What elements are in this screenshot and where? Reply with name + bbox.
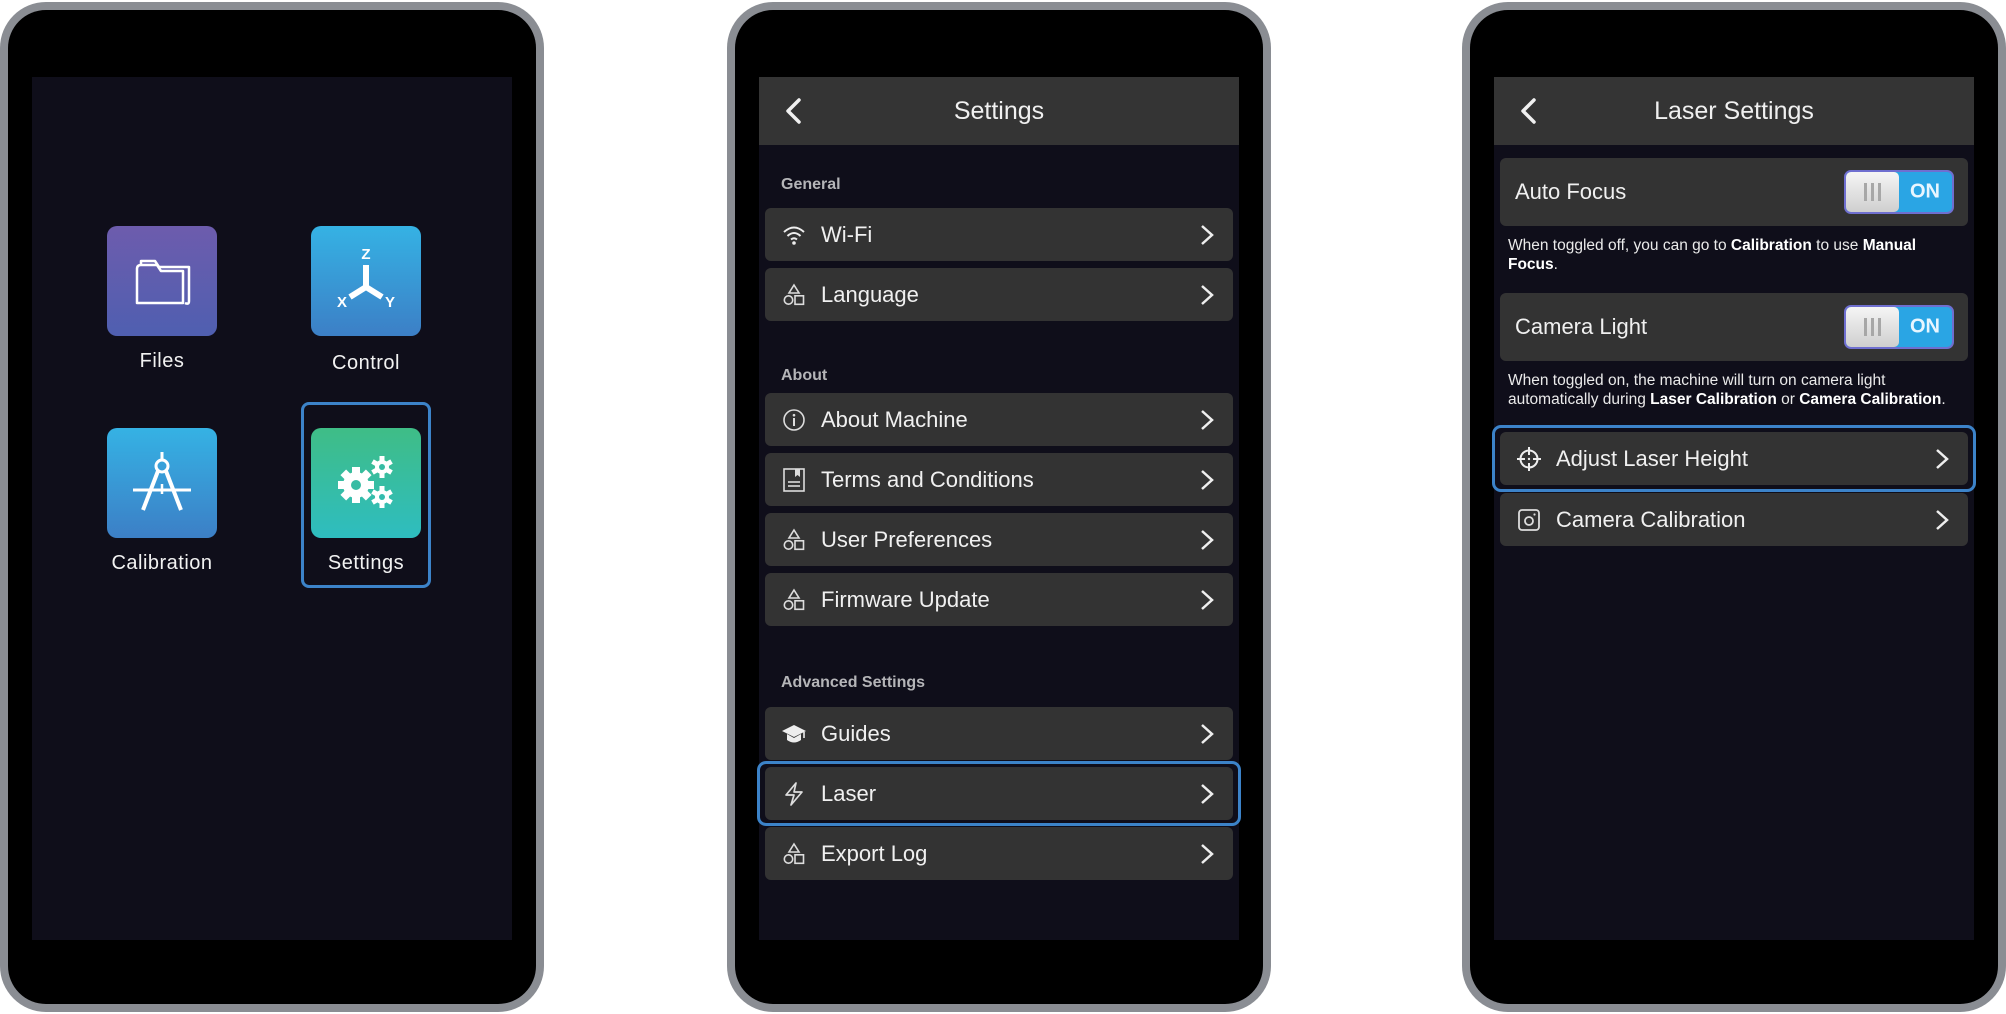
device-laser-settings: Laser Settings Auto Focus ON When toggle…	[1462, 2, 2006, 1012]
settings-item-user-preferences[interactable]: User Preferences	[765, 513, 1233, 566]
settings-item-export-log[interactable]: Export Log	[765, 827, 1233, 880]
camera-light-row: Camera Light ON	[1500, 293, 1968, 361]
chevron-right-icon	[1195, 525, 1219, 555]
settings-item-label: Terms and Conditions	[821, 466, 1034, 492]
settings-item-guides[interactable]: Guides	[765, 707, 1233, 760]
folder-icon	[135, 259, 191, 305]
device-bezel: Settings General Wi-Fi Language About Ab…	[735, 10, 1263, 1004]
app-files[interactable]: Files	[102, 226, 222, 373]
calibration-app-icon	[107, 428, 217, 538]
settings-item-terms[interactable]: Terms and Conditions	[765, 453, 1233, 506]
chevron-right-icon	[1195, 465, 1219, 495]
settings-item-label: Wi-Fi	[821, 221, 873, 247]
laser-item-adjust-height[interactable]: Adjust Laser Height	[1500, 432, 1968, 485]
auto-focus-row: Auto Focus ON	[1500, 158, 1968, 226]
section-label-general: General	[781, 176, 841, 193]
settings-screen: Settings General Wi-Fi Language About Ab…	[757, 77, 1241, 940]
app-label: Settings	[327, 552, 405, 574]
wifi-icon	[779, 220, 809, 250]
camera-icon	[1514, 505, 1544, 535]
settings-app-icon	[311, 428, 421, 538]
settings-item-label: About Machine	[821, 406, 968, 432]
laser-item-label: Adjust Laser Height	[1556, 445, 1748, 471]
toggle-state: ON	[1910, 180, 1940, 203]
svg-text:X: X	[337, 294, 347, 311]
page-title: Laser Settings	[1654, 96, 1814, 125]
shapes-icon	[779, 585, 809, 615]
settings-item-language[interactable]: Language	[765, 268, 1233, 321]
xyz-axes-icon: Z X Y	[337, 246, 395, 311]
graduation-cap-icon	[779, 719, 809, 749]
section-label-advanced: Advanced Settings	[781, 674, 926, 691]
chevron-left-icon	[786, 98, 801, 124]
compass-icon	[133, 452, 191, 511]
app-grid: Files Z X Y Control Calibration Settings	[32, 77, 512, 940]
chevron-right-icon	[1930, 444, 1954, 474]
control-app-icon: Z X Y	[311, 226, 421, 336]
settings-item-wifi[interactable]: Wi-Fi	[765, 208, 1233, 261]
files-app-icon	[107, 226, 217, 336]
settings-item-laser[interactable]: Laser	[765, 767, 1233, 820]
shapes-icon	[779, 280, 809, 310]
auto-focus-note: When toggled off, you can go to Calibrat…	[1508, 237, 1917, 273]
settings-item-label: Laser	[821, 780, 877, 806]
toggle-label: Camera Light	[1515, 314, 1648, 339]
shapes-icon	[779, 525, 809, 555]
document-icon	[779, 465, 809, 495]
chevron-right-icon	[1930, 505, 1954, 535]
settings-item-about-machine[interactable]: About Machine	[765, 393, 1233, 446]
laser-item-label: Camera Calibration	[1556, 506, 1746, 532]
toggle-knob	[1846, 172, 1899, 212]
device-bezel: Laser Settings Auto Focus ON When toggle…	[1470, 10, 1998, 1004]
app-label: Control	[332, 352, 400, 374]
app-label: Files	[139, 350, 185, 372]
device-settings: Settings General Wi-Fi Language About Ab…	[727, 2, 1271, 1012]
camera-light-note: When toggled on, the machine will turn o…	[1508, 372, 1946, 408]
back-button[interactable]	[1512, 95, 1544, 127]
crosshair-icon	[1514, 444, 1544, 474]
auto-focus-toggle[interactable]: ON	[1844, 170, 1954, 214]
laser-item-camera-calibration[interactable]: Camera Calibration	[1500, 493, 1968, 546]
home-screen: Files Z X Y Control Calibration Settings	[32, 77, 512, 940]
back-button[interactable]	[777, 95, 809, 127]
toggle-state: ON	[1910, 315, 1940, 338]
toggle-label: Auto Focus	[1515, 179, 1627, 204]
settings-header: Settings	[759, 77, 1239, 145]
chevron-right-icon	[1195, 220, 1219, 250]
settings-item-firmware-update[interactable]: Firmware Update	[765, 573, 1233, 626]
chevron-right-icon	[1195, 585, 1219, 615]
app-settings[interactable]: Settings	[306, 428, 426, 575]
camera-light-toggle[interactable]: ON	[1844, 305, 1954, 349]
chevron-right-icon	[1195, 280, 1219, 310]
settings-item-label: Guides	[821, 720, 891, 746]
laser-settings-screen: Laser Settings Auto Focus ON When toggle…	[1492, 77, 1976, 940]
info-icon	[779, 405, 809, 435]
shapes-icon	[779, 839, 809, 869]
laser-settings-header: Laser Settings	[1494, 77, 1974, 145]
svg-text:Y: Y	[385, 294, 395, 311]
chevron-right-icon	[1195, 779, 1219, 809]
app-control[interactable]: Z X Y Control	[306, 226, 426, 375]
app-label: Calibration	[111, 552, 213, 574]
chevron-right-icon	[1195, 719, 1219, 749]
settings-item-label: Export Log	[821, 840, 928, 866]
settings-item-label: Firmware Update	[821, 586, 990, 612]
section-label-about: About	[781, 367, 828, 384]
chevron-left-icon	[1521, 98, 1536, 124]
gears-icon	[338, 456, 393, 508]
chevron-right-icon	[1195, 839, 1219, 869]
device-home: Files Z X Y Control Calibration Settings	[0, 2, 544, 1012]
chevron-right-icon	[1195, 405, 1219, 435]
app-calibration[interactable]: Calibration	[102, 428, 222, 575]
device-bezel: Files Z X Y Control Calibration Settings	[8, 10, 536, 1004]
page-title: Settings	[953, 96, 1045, 125]
settings-item-label: User Preferences	[821, 526, 993, 552]
svg-text:Z: Z	[361, 246, 370, 263]
settings-item-label: Language	[821, 281, 919, 307]
lightning-icon	[779, 779, 809, 809]
toggle-knob	[1846, 307, 1899, 347]
